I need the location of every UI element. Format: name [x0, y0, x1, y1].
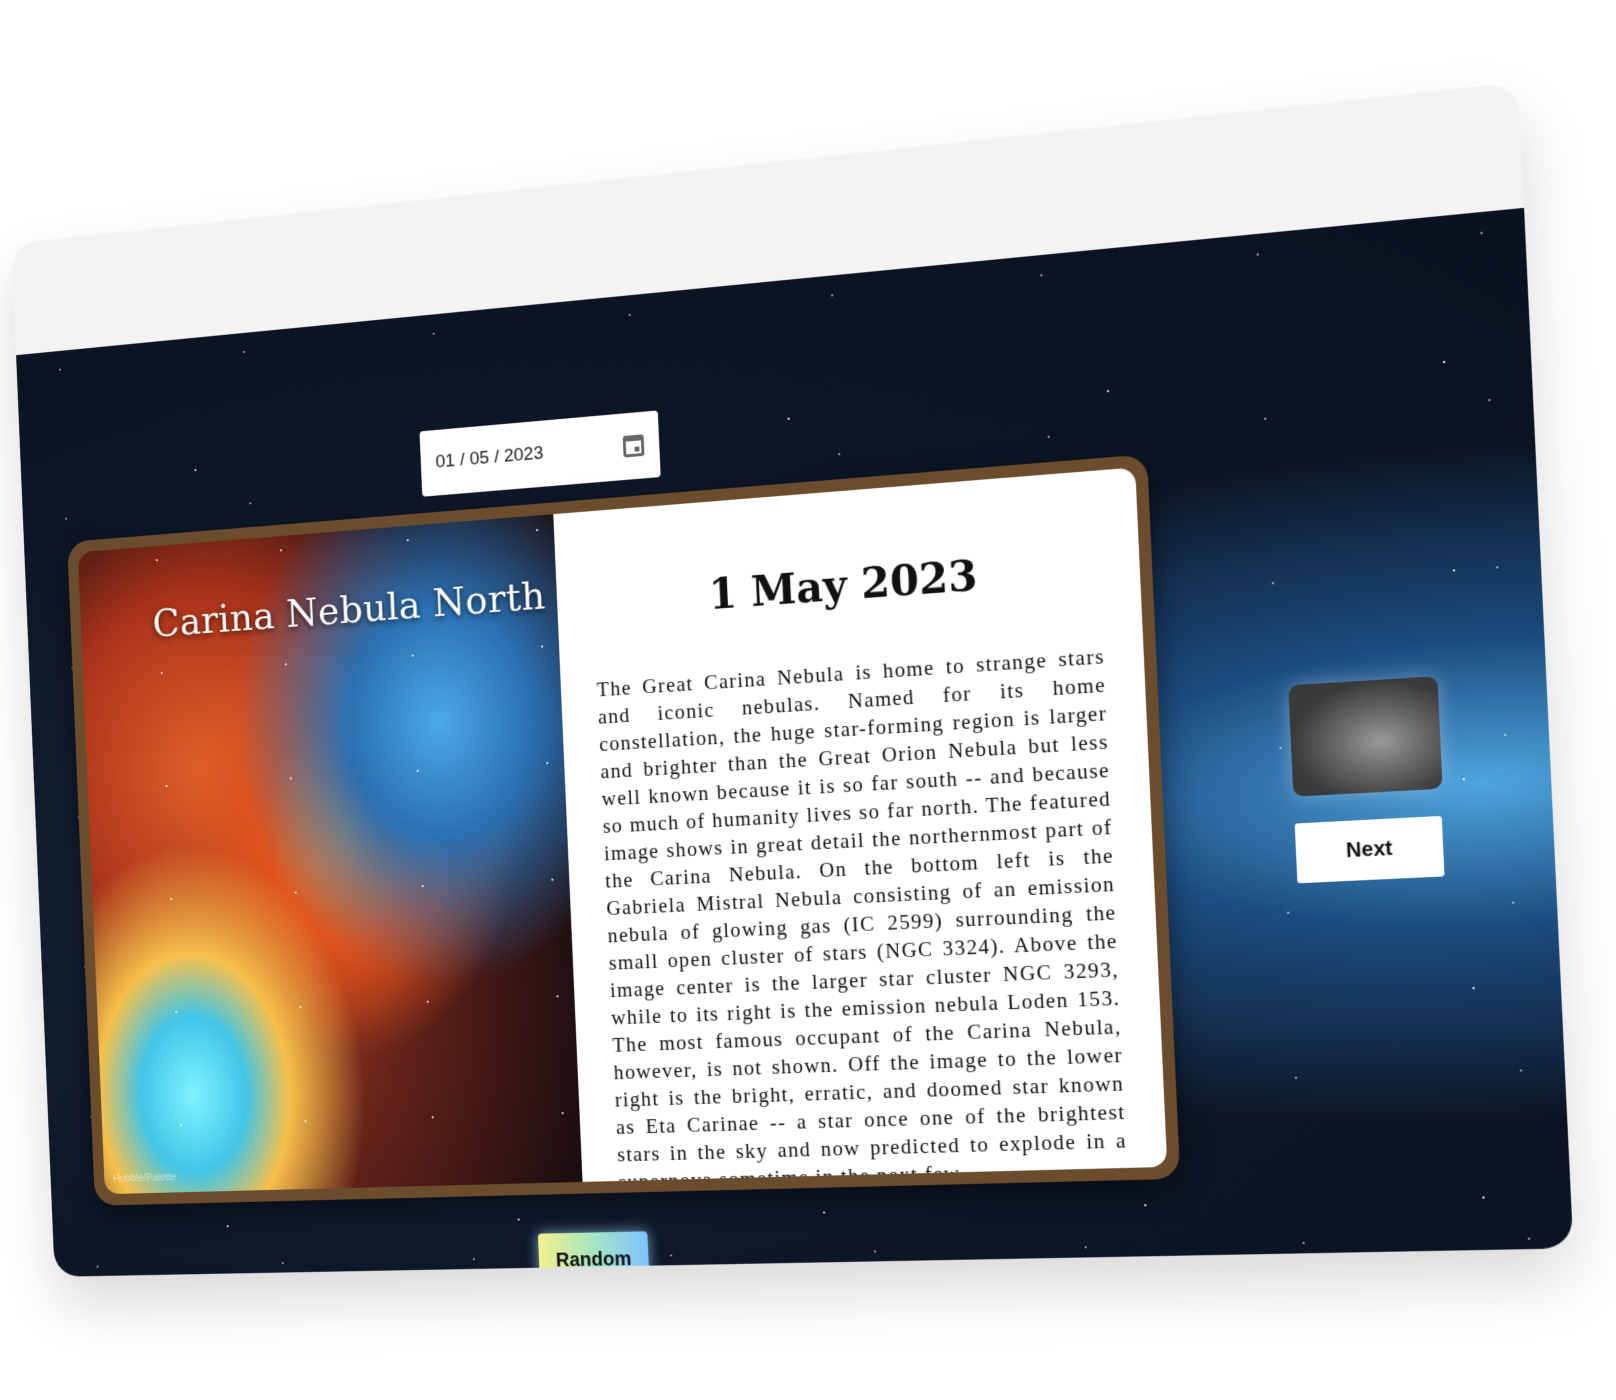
- next-panel: Next: [1288, 676, 1446, 884]
- explanation-text: The Great Carina Nebula is home to stran…: [596, 644, 1128, 1182]
- space-background: 01 / 05 / 2023 Carina Nebula North Hubbl…: [16, 207, 1574, 1277]
- date-heading: 1 May 2023: [707, 550, 979, 620]
- random-button[interactable]: Random: [537, 1231, 650, 1277]
- image-credit: Hubble/Palette: [112, 1171, 177, 1185]
- date-value[interactable]: 01 / 05 / 2023: [435, 443, 544, 473]
- image-title: Carina Nebula North: [151, 573, 547, 647]
- scene: 01 / 05 / 2023 Carina Nebula North Hubbl…: [0, 0, 1616, 1400]
- apod-image: Carina Nebula North Hubble/Palette: [77, 514, 583, 1195]
- apod-book: Carina Nebula North Hubble/Palette 1 May…: [67, 454, 1181, 1206]
- calendar-icon[interactable]: [622, 434, 645, 458]
- next-thumbnail[interactable]: [1288, 676, 1443, 797]
- browser-window: 01 / 05 / 2023 Carina Nebula North Hubbl…: [11, 82, 1574, 1277]
- description-page: 1 May 2023 The Great Carina Nebula is ho…: [553, 467, 1168, 1182]
- next-button[interactable]: Next: [1294, 815, 1445, 884]
